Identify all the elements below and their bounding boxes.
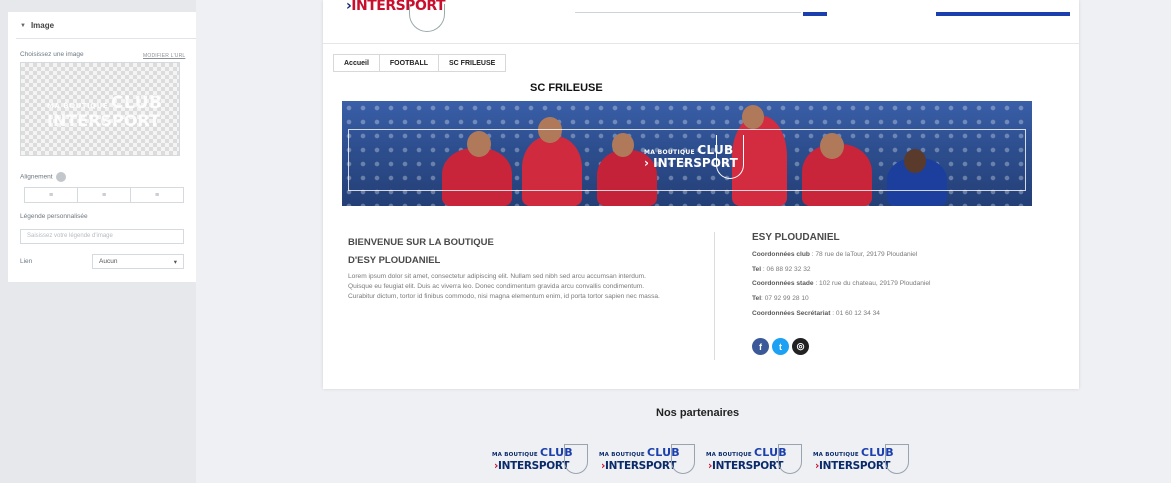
breadcrumb-item-home[interactable]: Accueil [334,55,380,71]
club-phone: Tel : 06 88 92 32 32 [752,266,811,273]
stadium-phone: Tel: 07 92 99 28 10 [752,295,809,302]
club-banner-image[interactable]: MA BOUTIQUE CLUB › INTERSPORT [342,101,1032,206]
breadcrumb-item-current: SC FRILEUSE [449,59,496,67]
social-links: f t ◎ [752,338,809,355]
partners-title: Nos partenaires [656,407,740,419]
welcome-subheading: D'ESY PLOUDANIEL [348,255,441,266]
partner-logo[interactable]: MA BOUTIQUE CLUB ›INTERSPORT [813,442,913,476]
section-header[interactable]: ▼ Image [20,21,54,30]
align-left-icon: ≡ [48,191,54,199]
partner-shield-icon [885,444,909,474]
stadium-address: Coordonnées stade : 102 rue du chateau, … [752,280,931,287]
page-title: SC FRILEUSE [530,82,603,94]
secretariat-contact: Coordonnées Secrétariat : 01 60 12 34 34 [752,310,880,317]
align-right-icon: ≡ [154,191,160,199]
header-action-button[interactable] [936,12,1070,16]
partner-logo[interactable]: MA BOUTIQUE CLUB ›INTERSPORT [706,442,806,476]
app-root: ▼ Image Choisissez une image MODIFIER L'… [0,0,1171,483]
welcome-heading: BIENVENUE SUR LA BOUTIQUE [348,237,494,248]
club-name: ESY PLOUDANIEL [752,232,840,243]
header-search-button[interactable] [803,12,827,16]
content-divider [714,232,715,360]
alignment-control: ≡ ≡ ≡ [24,187,184,203]
welcome-text: Lorem ipsum dolor sit amet, consectetur … [348,273,660,300]
banner-shield-icon [716,135,744,179]
modify-url-link[interactable]: MODIFIER L'URL [143,53,185,59]
align-right-button[interactable]: ≡ [131,188,183,202]
custom-caption-label: Légende personnalisée [20,213,88,220]
club-address: Coordonnées club : 78 rue de laTour, 291… [752,251,918,258]
breadcrumb: Accueil FOOTBALL SC FRILEUSE [333,54,507,72]
partner-logo[interactable]: MA BOUTIQUE CLUB ›INTERSPORT [492,442,592,476]
preview-logo: MA BOUTIQUE CLUB INTERSPORT [47,93,163,130]
image-preview[interactable]: MA BOUTIQUE CLUB INTERSPORT [20,62,180,156]
caret-down-icon: ▼ [20,22,26,29]
partner-shield-icon [564,444,588,474]
partner-logo[interactable]: MA BOUTIQUE CLUB ›INTERSPORT [599,442,699,476]
alignment-label: Alignement [20,172,66,182]
align-center-button[interactable]: ≡ [78,188,131,202]
banner-player-head [742,105,764,129]
caption-input[interactable]: Saisissez votre légende d'image [20,229,184,244]
site-header: ›INTERSPORT [323,0,1079,44]
choose-image-label: Choisissez une image [20,51,84,58]
header-shield-icon [409,4,445,32]
info-icon[interactable] [55,172,66,182]
partner-shield-icon [671,444,695,474]
instagram-icon[interactable]: ◎ [792,338,809,355]
facebook-icon[interactable]: f [752,338,769,355]
partner-shield-icon [778,444,802,474]
divider [16,38,196,39]
link-label: Lien [20,258,33,265]
link-select[interactable]: Aucun ▾ [92,254,184,269]
chevron-down-icon: ▾ [173,258,177,266]
twitter-icon[interactable]: t [772,338,789,355]
link-select-value: Aucun [99,258,118,265]
align-left-button[interactable]: ≡ [25,188,78,202]
align-center-icon: ≡ [101,191,107,199]
editor-panel: ▼ Image Choisissez une image MODIFIER L'… [0,0,196,483]
breadcrumb-item-football[interactable]: FOOTBALL [380,55,440,71]
section-title: Image [30,21,55,30]
header-search-input[interactable] [575,12,801,13]
